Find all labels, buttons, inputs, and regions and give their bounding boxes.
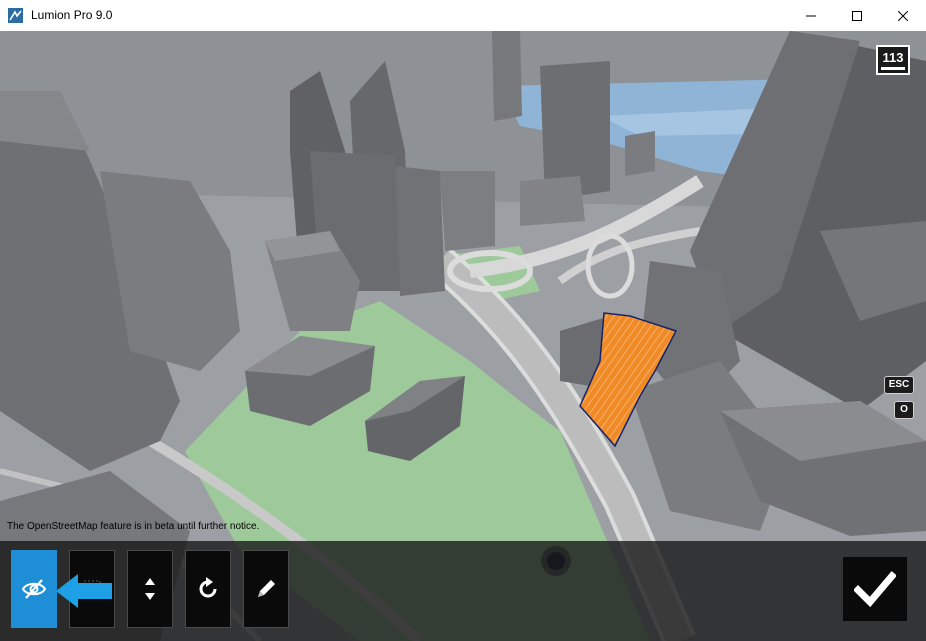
window-title: Lumion Pro 9.0 — [31, 8, 113, 22]
maximize-icon — [852, 10, 862, 21]
building — [440, 171, 495, 251]
esc-key-hint: ESC — [884, 376, 914, 394]
move-height-button[interactable] — [127, 550, 173, 628]
beta-notice: The OpenStreetMap feature is in beta unt… — [7, 521, 260, 532]
minimize-button[interactable] — [788, 0, 834, 31]
edit-button[interactable] — [243, 550, 289, 628]
close-icon — [898, 10, 908, 21]
hint-arrow-icon — [56, 574, 112, 608]
building — [492, 31, 522, 121]
fps-value: 113 — [882, 50, 904, 65]
building — [625, 131, 655, 176]
fps-bar — [881, 67, 905, 70]
building — [520, 176, 585, 226]
checkmark-icon — [854, 571, 896, 608]
eye-slash-icon — [21, 579, 47, 599]
close-button[interactable] — [880, 0, 926, 31]
fps-counter: 113 — [876, 45, 910, 75]
rotate-button[interactable] — [185, 550, 231, 628]
building — [395, 166, 445, 296]
title-bar: Lumion Pro 9.0 — [0, 0, 926, 32]
maximize-button[interactable] — [834, 0, 880, 31]
minimize-icon — [806, 15, 816, 16]
lumion-logo-icon — [8, 8, 23, 23]
confirm-button[interactable] — [843, 557, 907, 621]
visibility-toggle-button[interactable] — [11, 550, 57, 628]
orbit-key-hint: O — [894, 401, 914, 419]
rotate-icon — [199, 577, 217, 598]
up-down-arrows-icon — [145, 578, 155, 600]
pencil-icon — [258, 580, 275, 597]
